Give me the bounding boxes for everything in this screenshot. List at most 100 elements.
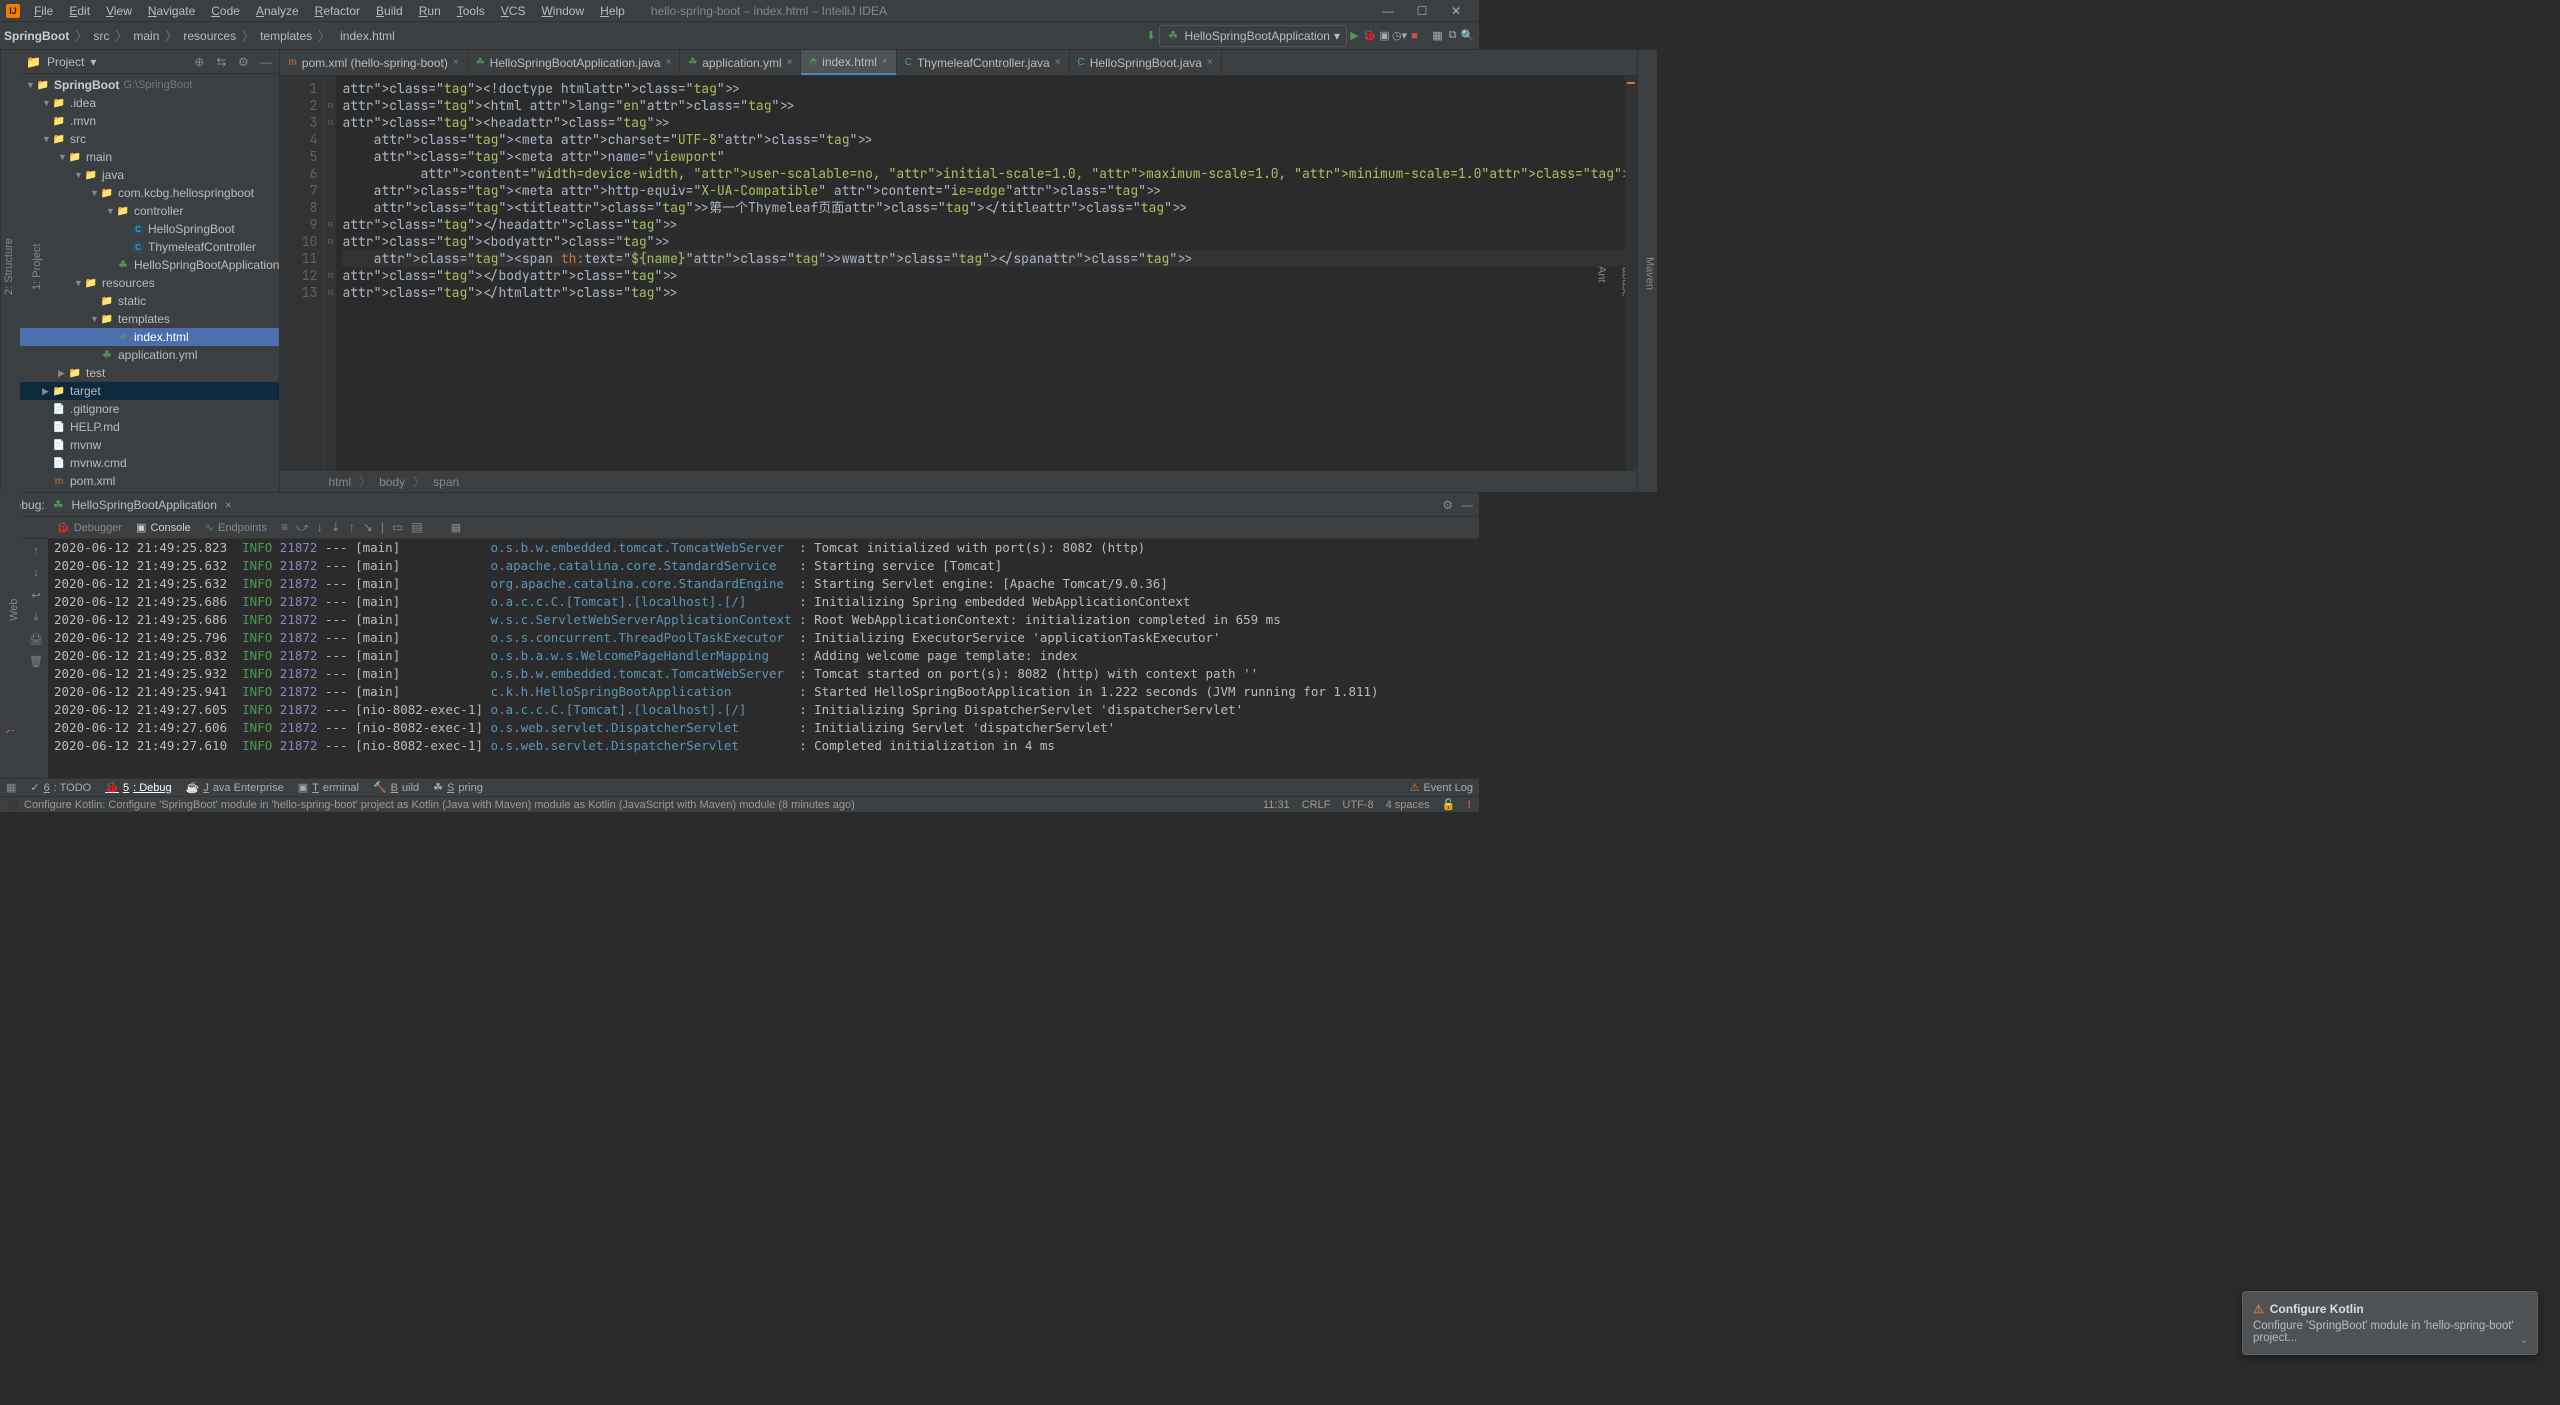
editor-breadcrumb[interactable]: html〉body〉span [280,470,1637,492]
tree-node[interactable]: ☘HelloSpringBootApplication [20,256,279,274]
fold-gutter[interactable]: ⊟⊟⊟⊟⊟⊟ [324,76,336,470]
layout-icon[interactable]: ▦ [451,521,461,534]
line-separator[interactable]: CRLF [1302,799,1331,811]
breadcrumb-item[interactable]: SpringBoot [4,29,69,43]
tree-node[interactable]: 📄.gitignore [20,400,279,418]
readonly-icon[interactable]: 🔓 [1442,798,1456,811]
clear-icon[interactable]: 🗑 [28,653,44,669]
menu-vcs[interactable]: VCS [495,2,532,20]
code-content[interactable]: attr">class="tag"><!doctype htmlattr">cl… [336,76,1637,470]
gear-icon[interactable]: ⚙ [1442,498,1453,512]
bottom-tab[interactable]: 🐞 5: Debug [105,781,171,794]
tree-node[interactable]: 📄HELP.md [20,418,279,436]
tree-node[interactable]: 📄mvnw [20,436,279,454]
tree-node[interactable]: ☘application.yml [20,346,279,364]
editor-tab[interactable]: ⬘index.html× [801,50,896,75]
menu-edit[interactable]: Edit [63,2,96,20]
tree-node[interactable]: ▼📁controller [20,202,279,220]
editor-tab[interactable]: CHelloSpringBoot.java× [1070,50,1222,75]
console-output[interactable]: 2020-06-12 21:49:25.823 INFO 21872 --- [… [48,539,1479,778]
menu-tools[interactable]: Tools [451,2,491,20]
editor-tab[interactable]: ☘HelloSpringBootApplication.java× [468,50,681,75]
chevron-down-icon[interactable]: ⌄ [2519,1332,2529,1346]
error-stripe[interactable] [1625,76,1637,470]
caret-position[interactable]: 11:31 [1263,799,1290,811]
tree-node[interactable]: 📄mvnw.cmd [20,454,279,472]
build-icon[interactable]: ⬇ [1144,28,1159,44]
coverage-button[interactable]: ▣ [1377,28,1392,44]
menu-navigate[interactable]: Navigate [142,2,201,20]
bottom-tab[interactable]: ☕ Java Enterprise [186,781,284,794]
menu-analyze[interactable]: Analyze [250,2,305,20]
tree-node[interactable]: ▼📁main [20,148,279,166]
breadcrumb-item[interactable]: index.html [340,29,395,43]
close-button[interactable]: ✕ [1439,0,1473,22]
step-out-icon[interactable]: ↑ [349,520,355,535]
minimize-button[interactable]: — [1371,0,1405,22]
evaluate-icon[interactable]: ▭ [392,520,403,535]
run-config-selector[interactable]: ☘ HelloSpringBootApplication ▾ [1159,25,1347,47]
editor-breadcrumb-item[interactable]: html [328,475,351,489]
menu-view[interactable]: View [100,2,138,20]
up-icon[interactable]: ↑ [28,543,44,559]
editor-breadcrumb-item[interactable]: body [379,475,405,489]
close-tab-icon[interactable]: × [225,498,232,512]
menu-build[interactable]: Build [370,2,409,20]
bottom-tab[interactable]: ▣ Terminal [298,781,359,794]
search-icon[interactable]: 🔍 [1460,28,1475,44]
event-log-button[interactable]: ⚠ Event Log [1410,781,1473,794]
bottom-tab[interactable]: 🔨 Build [373,781,419,794]
tool-windows-icon[interactable]: ▦ [6,781,16,794]
tree-node[interactable]: ▶📁target [20,382,279,400]
bottom-tab[interactable]: ✓ 6: TODO [30,781,91,794]
menu-refactor[interactable]: Refactor [309,2,366,20]
print-icon[interactable]: 🖨 [28,631,44,647]
tree-node[interactable]: CThymeleafController [20,238,279,256]
tree-node[interactable]: 📁.mvn [20,112,279,130]
breadcrumb-item[interactable]: src [93,29,109,43]
tab-endpoints[interactable]: ∿Endpoints [205,521,267,534]
tree-node[interactable]: ▼📁resources [20,274,279,292]
breadcrumb-item[interactable]: templates [260,29,312,43]
tab-debugger[interactable]: 🐞Debugger [56,521,122,534]
tree-node[interactable]: ▼📁.idea [20,94,279,112]
trace-icon[interactable]: ▤ [411,520,422,535]
collapse-icon[interactable]: ⇆ [213,54,229,70]
tool-tab-project[interactable]: 1: Project [29,240,45,294]
code-editor[interactable]: 12345678910111213 ⊟⊟⊟⊟⊟⊟ attr">class="ta… [280,76,1637,470]
debug-button[interactable]: 🐞 [1362,28,1377,44]
down-icon[interactable]: ↓ [28,565,44,581]
menu-window[interactable]: Window [535,2,590,20]
scroll-icon[interactable]: ⤓ [28,609,44,625]
menu-run[interactable]: Run [413,2,447,20]
step-toolbar-icon[interactable]: ≡ [281,520,288,535]
menu-help[interactable]: Help [594,2,631,20]
editor-tab[interactable]: ☘application.yml× [680,50,801,75]
bottom-tab[interactable]: ☘ Spring [433,781,483,794]
menu-file[interactable]: File [28,2,59,20]
tree-node[interactable]: mpom.xml [20,472,279,490]
structure-button[interactable]: ▦ [1430,28,1445,44]
file-encoding[interactable]: UTF-8 [1342,799,1373,811]
tree-node[interactable]: ⬘index.html [20,328,279,346]
maximize-button[interactable]: ☐ [1405,0,1439,22]
profile-button[interactable]: ◷▾ [1392,28,1407,44]
tree-node[interactable]: ▼📁src [20,130,279,148]
tab-console[interactable]: ▣Console [136,521,191,534]
hide-icon[interactable]: — [257,54,273,70]
tree-node[interactable]: CHelloSpringBoot [20,220,279,238]
editor-tab[interactable]: mpom.xml (hello-spring-boot)× [280,50,467,75]
wrap-icon[interactable]: ↩ [28,587,44,603]
stop-button[interactable]: ■ [1407,28,1422,44]
tool-tab-structure[interactable]: 2: Structure [1,235,17,300]
status-icon[interactable] [8,800,18,810]
tree-node[interactable]: 📄SpringBoot.iml [20,490,279,492]
tree-node[interactable]: ▼📁com.kcbg.hellospringboot [20,184,279,202]
breadcrumb[interactable]: SpringBoot〉src〉main〉resources〉templates〉… [4,27,395,44]
editor-breadcrumb-item[interactable]: span [433,475,459,489]
error-indicator[interactable]: ! [1467,799,1471,811]
search-everywhere-icon[interactable]: ⧉ [1445,28,1460,44]
force-step-into-icon[interactable]: ⇣ [331,520,341,535]
locate-icon[interactable]: ⊕ [191,54,207,70]
tool-tab-maven[interactable]: Maven [1641,253,1657,294]
